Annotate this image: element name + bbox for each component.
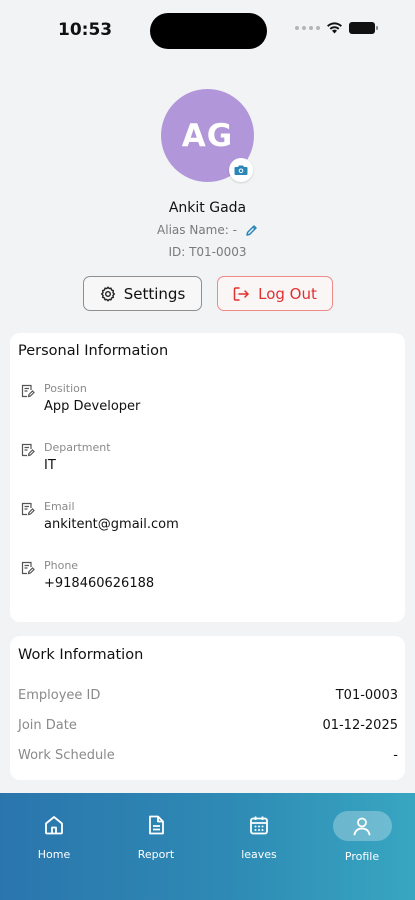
document-edit-icon: [21, 384, 35, 398]
edit-pencil-icon[interactable]: [245, 224, 258, 237]
settings-label: Settings: [123, 284, 186, 303]
signal-icon: [295, 26, 320, 30]
user-name: Ankit Gada: [168, 200, 247, 216]
info-label: Email: [44, 500, 75, 513]
work-label: Employee ID: [18, 688, 101, 703]
bottom-nav: Home Report leaves Profile: [0, 793, 415, 900]
info-label: Department: [44, 441, 111, 454]
document-edit-icon: [21, 502, 35, 516]
avatar-initials: AG: [181, 117, 234, 154]
nav-icon-wrap: [136, 811, 176, 839]
dynamic-island: [150, 13, 267, 49]
work-value: 01-12-2025: [322, 718, 398, 733]
home-icon: [45, 816, 63, 835]
employee-id-text: ID: T01-0003: [168, 245, 247, 259]
battery-icon: [349, 22, 378, 34]
nav-item-report[interactable]: Report: [126, 811, 186, 861]
work-row-join-date: Join Date 01-12-2025: [18, 718, 398, 738]
work-row-employee-id: Employee ID T01-0003: [18, 688, 398, 708]
nav-icon-wrap: [34, 811, 74, 839]
nav-label: leaves: [241, 848, 277, 861]
nav-item-home[interactable]: Home: [24, 811, 84, 861]
profile-icon: [353, 817, 371, 836]
logout-label: Log Out: [258, 284, 317, 303]
work-label: Join Date: [18, 718, 77, 733]
info-value: +918460626188: [44, 576, 155, 591]
personal-info-card: Personal Information Position App Develo…: [10, 333, 405, 622]
status-time: 10:53: [58, 20, 113, 40]
work-row-work-schedule: Work Schedule -: [18, 748, 398, 768]
work-value: -: [393, 748, 398, 763]
info-label: Position: [44, 382, 87, 395]
nav-label: Home: [37, 848, 71, 861]
alias-name: Alias Name: -: [157, 223, 237, 237]
work-info-title: Work Information: [18, 647, 144, 663]
logout-button[interactable]: Log Out: [217, 276, 333, 311]
nav-icon-wrap: [239, 811, 279, 839]
nav-label: Report: [137, 848, 175, 861]
info-value: ankitent@gmail.com: [44, 517, 179, 532]
logout-icon: [233, 286, 249, 301]
status-bar: 10:53: [0, 0, 415, 62]
nav-label: Profile: [344, 850, 380, 863]
alias-row: Alias Name: -: [0, 223, 415, 237]
report-icon: [149, 815, 164, 835]
document-edit-icon: [21, 561, 35, 575]
nav-item-leaves[interactable]: leaves: [229, 811, 289, 861]
status-icons: [295, 22, 378, 34]
work-info-card: Work Information Employee ID T01-0003 Jo…: [10, 636, 405, 780]
nav-icon-wrap: [332, 811, 392, 841]
info-value: IT: [44, 458, 56, 473]
wifi-icon: [327, 22, 342, 34]
calendar-icon: [250, 816, 268, 835]
camera-icon: [234, 165, 248, 175]
info-label: Phone: [44, 559, 79, 572]
document-edit-icon: [21, 443, 35, 457]
nav-item-profile[interactable]: Profile: [332, 811, 392, 863]
settings-button[interactable]: Settings: [83, 276, 202, 311]
work-label: Work Schedule: [18, 748, 115, 763]
personal-info-title: Personal Information: [18, 343, 169, 359]
work-value: T01-0003: [335, 688, 398, 703]
change-photo-button[interactable]: [229, 158, 253, 182]
gear-icon: [100, 286, 115, 301]
info-value: App Developer: [44, 399, 141, 414]
